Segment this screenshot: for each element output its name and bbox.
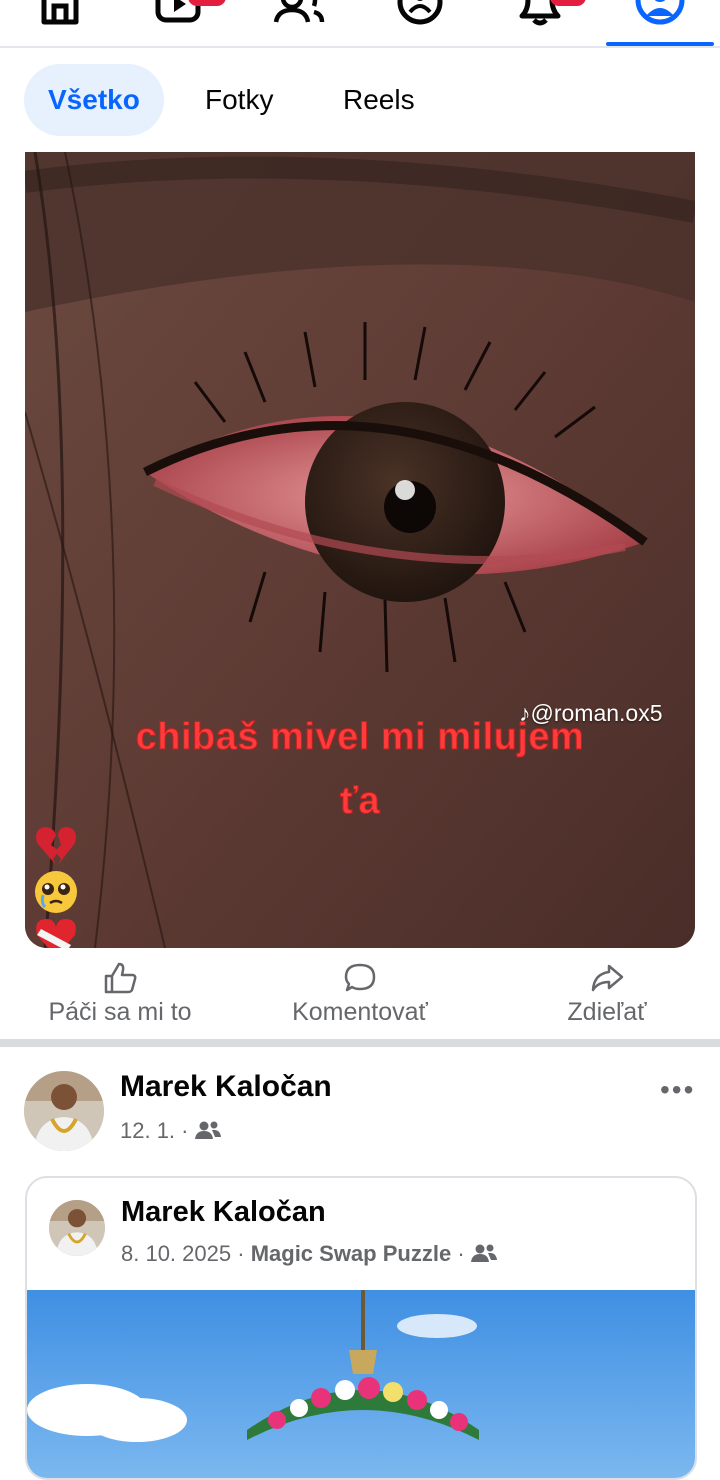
like-button[interactable]: Páči sa mi to — [30, 956, 210, 1038]
meta-separator: · — [457, 1241, 465, 1266]
nav-groups[interactable] — [360, 0, 480, 46]
nav-profile[interactable] — [600, 0, 720, 46]
shared-app-name[interactable]: Magic Swap Puzzle — [251, 1241, 452, 1266]
groups-icon — [397, 0, 443, 25]
nav-notifications[interactable] — [480, 0, 600, 46]
nav-video[interactable] — [120, 0, 240, 46]
post-author-name[interactable]: Marek Kaločan — [120, 1070, 332, 1104]
more-options-icon[interactable]: ••• — [660, 1074, 695, 1106]
shared-avatar[interactable] — [49, 1200, 105, 1256]
profile-icon — [635, 0, 685, 25]
avatar[interactable] — [24, 1071, 104, 1151]
nav-active-indicator — [606, 42, 714, 46]
video-notification-badge — [188, 0, 226, 6]
caption-line-1: chibaš mivel mi milujem — [135, 716, 585, 759]
share-label: Zdieľať — [567, 998, 647, 1026]
friends-audience-icon — [194, 1121, 221, 1139]
post-image[interactable]: ♪@roman.ox5 chibaš mivel mi milujem ťa — [25, 152, 695, 948]
shared-post-image[interactable] — [27, 1290, 695, 1480]
like-label: Páči sa mi to — [48, 998, 192, 1026]
nav-home[interactable] — [0, 0, 120, 46]
shared-post-date[interactable]: 8. 10. 2025 — [121, 1241, 231, 1266]
home-icon — [41, 0, 79, 25]
avatar-photo — [24, 1071, 104, 1151]
nav-friends[interactable] — [240, 0, 360, 46]
filter-photos[interactable]: Fotky — [205, 64, 273, 136]
caption-line-2: ťa — [25, 780, 695, 948]
filter-reels[interactable]: Reels — [343, 64, 415, 136]
shared-author-name[interactable]: Marek Kaločan — [121, 1196, 326, 1229]
comment-button[interactable]: Komentovať — [270, 956, 450, 1038]
comment-label: Komentovať — [292, 998, 428, 1026]
filter-all[interactable]: Všetko — [24, 64, 164, 136]
top-navigation-bar — [0, 0, 720, 48]
thumbs-up-icon — [104, 962, 137, 994]
post-date[interactable]: 12. 1. — [120, 1118, 175, 1143]
caption-word: ťa — [339, 780, 381, 823]
shared-avatar-photo — [49, 1200, 105, 1256]
bandaged-heart-emoji — [36, 919, 76, 948]
post-divider — [0, 1039, 720, 1047]
shared-post-meta: 8. 10. 2025 · Magic Swap Puzzle · — [121, 1241, 497, 1267]
post-actions: Páči sa mi to Komentovať Zdieľať — [0, 956, 720, 1038]
broken-heart-emoji — [36, 827, 76, 865]
share-icon — [591, 964, 624, 992]
friends-icon — [273, 0, 325, 23]
pleading-face-emoji — [35, 871, 77, 913]
content-filter-chips: Všetko Fotky Reels — [0, 64, 720, 136]
share-button[interactable]: Zdieľať — [520, 956, 694, 1038]
post-meta: 12. 1. · — [120, 1118, 221, 1144]
comment-icon — [344, 963, 376, 992]
meta-separator: · — [237, 1241, 245, 1266]
shared-post-card[interactable]: Marek Kaločan 8. 10. 2025 · Magic Swap P… — [25, 1176, 697, 1480]
friends-audience-icon — [470, 1244, 497, 1262]
meta-separator: · — [181, 1118, 189, 1143]
notifications-badge — [550, 0, 586, 6]
